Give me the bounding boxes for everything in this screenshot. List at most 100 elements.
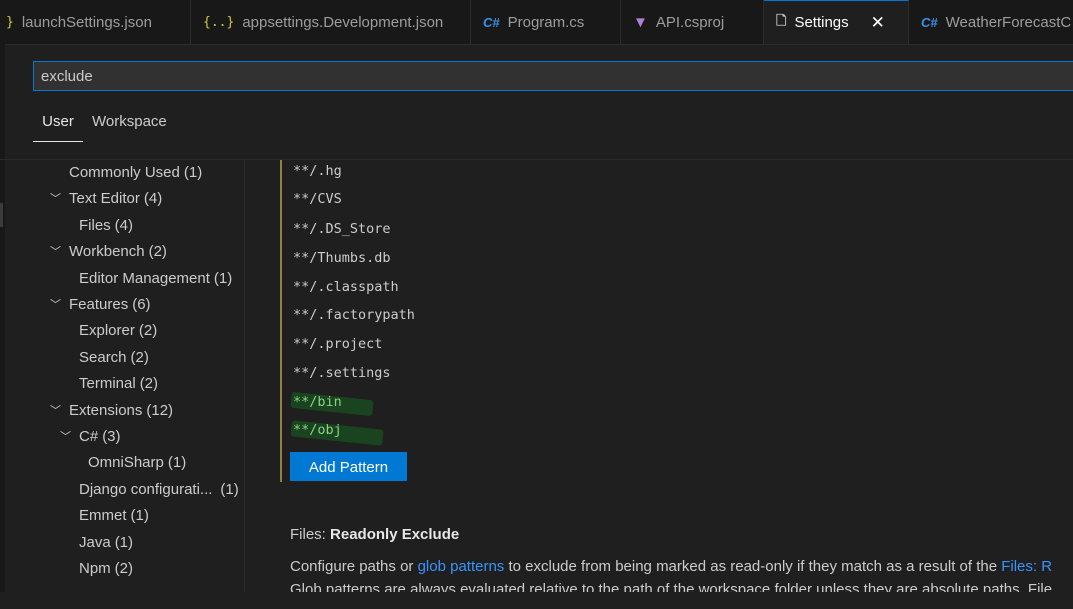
glob-patterns-link[interactable]: glob patterns	[418, 558, 505, 575]
toc-label: Search	[79, 349, 127, 366]
chevron-down-icon[interactable]: ﹀	[50, 239, 64, 265]
toc-emmet[interactable]: Emmet (1)	[79, 503, 149, 529]
setting-description-line2: Glob patterns are always evaluated relat…	[290, 581, 1053, 592]
files-readonly-link[interactable]: Files: R	[1001, 558, 1052, 575]
pattern-item[interactable]: **/Thumbs.db	[293, 247, 391, 269]
toc-files[interactable]: Files (4)	[79, 213, 133, 239]
csharp-icon: C#	[921, 14, 938, 30]
toc-count: (1)	[220, 481, 239, 498]
tab-label: launchSettings.json	[21, 13, 152, 31]
csharp-icon: C#	[483, 14, 500, 30]
pattern-item[interactable]: **/CVS	[293, 188, 342, 210]
toc-features[interactable]: ﹀ Features (6)	[50, 292, 151, 318]
toc-label: Explorer	[79, 322, 135, 339]
file-icon: 🗋	[776, 12, 787, 28]
toc-django[interactable]: Django configurati... (1)	[79, 477, 239, 503]
toc-separator	[244, 160, 245, 609]
tab-api-csproj[interactable]: ▼ API.csproj	[621, 0, 764, 44]
bottom-panel-edge	[0, 592, 1073, 609]
tab-label: Settings	[794, 14, 849, 31]
pattern-item[interactable]: **/.hg	[293, 160, 342, 182]
pattern-item[interactable]: **/.DS_Store	[293, 218, 391, 240]
desc-text: to exclude from being marked as read-onl…	[504, 558, 1002, 575]
toc-label: Files	[79, 217, 111, 234]
tab-label: API.csproj	[655, 13, 725, 31]
settings-search-input[interactable]: exclude	[33, 61, 1073, 91]
toc-count: (1)	[183, 164, 203, 181]
toc-text-editor[interactable]: ﹀ Text Editor (4)	[50, 186, 162, 212]
json-icon: }	[6, 14, 14, 30]
toc-java[interactable]: Java (1)	[79, 530, 133, 556]
add-pattern-button[interactable]: Add Pattern	[290, 452, 407, 481]
pattern-item[interactable]: **/.project	[293, 333, 382, 355]
toc-count: (4)	[114, 217, 134, 234]
toc-label: Extensions	[69, 402, 143, 419]
toc-commonly-used[interactable]: Commonly Used (1)	[69, 160, 202, 186]
toc-count: (2)	[130, 349, 149, 366]
visualstudio-icon: ▼	[633, 13, 648, 31]
toc-count: (2)	[138, 322, 158, 339]
toc-count: (1)	[167, 454, 187, 471]
pattern-item[interactable]: **/.settings	[293, 362, 391, 384]
tab-label: WeatherForecastC	[945, 13, 1072, 31]
tab-program-cs[interactable]: C# Program.cs	[471, 0, 621, 44]
tab-weatherforecast[interactable]: C# WeatherForecastC	[909, 0, 1073, 44]
toc-terminal[interactable]: Terminal (2)	[79, 371, 158, 397]
tab-appsettings-development[interactable]: {..} appsettings.Development.json	[191, 0, 471, 44]
toc-label: Text Editor	[69, 190, 140, 207]
setting-title: Files: Readonly Exclude	[290, 526, 459, 543]
toc-editor-management[interactable]: Editor Management (1)	[79, 266, 232, 292]
toc-omnisharp[interactable]: OmniSharp (1)	[88, 450, 186, 476]
chevron-down-icon[interactable]: ﹀	[50, 292, 64, 318]
toc-npm[interactable]: Npm (2)	[79, 556, 133, 582]
chevron-down-icon[interactable]: ﹀	[50, 398, 64, 424]
toc-label: Java	[79, 534, 111, 551]
toc-count: (2)	[148, 243, 167, 260]
setting-name: Readonly Exclude	[330, 526, 460, 543]
pattern-item[interactable]: **/.classpath	[293, 276, 399, 298]
toc-label: Terminal	[79, 375, 136, 392]
toc-label: C#	[79, 428, 99, 445]
close-icon[interactable]: ✕	[871, 13, 885, 33]
tab-workspace[interactable]: Workspace	[92, 113, 167, 141]
toc-count: (12)	[146, 402, 174, 419]
json-icon: {..}	[203, 14, 235, 30]
settings-toc: Commonly Used (1) ﹀ Text Editor (4) Files (4…	[0, 160, 245, 609]
toc-count: (1)	[213, 270, 233, 287]
setting-description: Configure paths or glob patterns to excl…	[290, 555, 1073, 578]
toc-label: Npm	[79, 560, 111, 577]
toc-label: Commonly Used	[69, 164, 180, 181]
toc-label: Editor Management	[79, 270, 210, 287]
toc-count: (4)	[143, 190, 163, 207]
tab-user[interactable]: User	[33, 113, 83, 142]
toc-count: (1)	[130, 507, 149, 524]
toc-count: (6)	[132, 296, 151, 313]
desc-text: Configure paths or	[290, 558, 418, 575]
toc-workbench[interactable]: ﹀ Workbench (2)	[50, 239, 167, 265]
tab-label: Program.cs	[507, 13, 585, 31]
pattern-item[interactable]: **/.factorypath	[293, 304, 415, 326]
pattern-item[interactable]: **/bin	[293, 391, 342, 413]
toc-search[interactable]: Search (2)	[79, 345, 149, 371]
pattern-item[interactable]: **/obj	[293, 419, 342, 441]
setting-category: Files:	[290, 526, 331, 543]
editor-tab-bar: } launchSettings.json {..} appsettings.D…	[0, 0, 1073, 45]
toc-label: Emmet	[79, 507, 127, 524]
chevron-down-icon[interactable]: ﹀	[50, 186, 64, 212]
toc-count: (1)	[114, 534, 134, 551]
toc-count: (3)	[102, 428, 121, 445]
toc-csharp[interactable]: ﹀ C# (3)	[60, 424, 121, 450]
modified-indicator	[280, 160, 282, 482]
tab-settings[interactable]: 🗋 Settings ✕	[764, 0, 909, 44]
toc-count: (2)	[139, 375, 159, 392]
tab-label: appsettings.Development.json	[242, 13, 444, 31]
toc-label: Workbench	[69, 243, 145, 260]
toc-label: OmniSharp	[88, 454, 164, 471]
toc-label: Features	[69, 296, 129, 313]
chevron-down-icon[interactable]: ﹀	[60, 424, 74, 450]
toc-extensions[interactable]: ﹀ Extensions (12)	[50, 398, 173, 424]
toc-explorer[interactable]: Explorer (2)	[79, 318, 157, 344]
toc-count: (2)	[114, 560, 134, 577]
tab-launchsettings[interactable]: } launchSettings.json	[0, 0, 191, 44]
toc-label: Django configurati...	[79, 481, 213, 498]
